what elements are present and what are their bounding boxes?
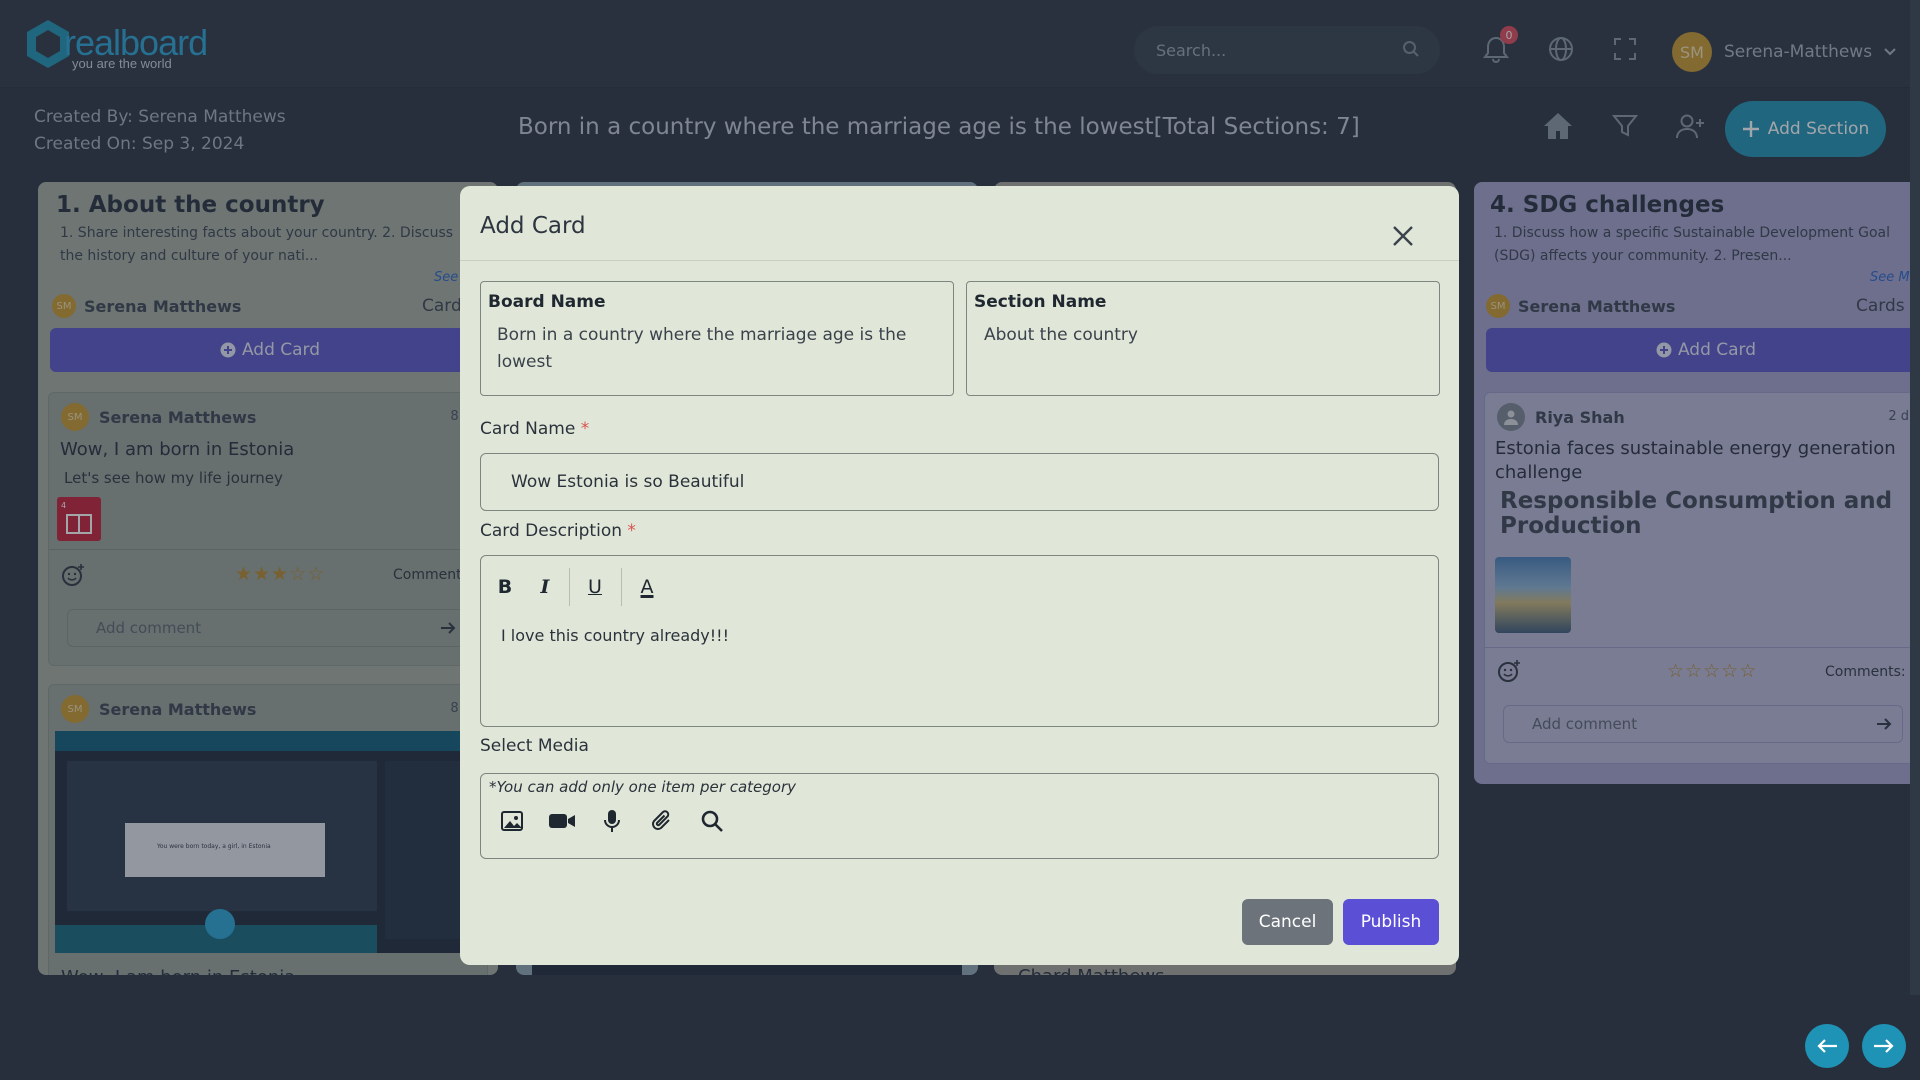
- video-icon[interactable]: [547, 806, 577, 836]
- board-name-box: Board Name Born in a country where the m…: [480, 281, 954, 396]
- required-mark: *: [627, 521, 636, 541]
- underline-button[interactable]: U: [577, 570, 613, 604]
- toolbar-divider: [569, 568, 570, 606]
- board-name-value: Born in a country where the marriage age…: [497, 325, 907, 372]
- card-name-label: Card Name *: [480, 419, 589, 439]
- media-selector: *You can add only one item per category: [480, 773, 1439, 859]
- card-name-label-text: Card Name: [480, 419, 576, 439]
- bold-button[interactable]: B: [487, 570, 523, 604]
- section-name-box: Section Name About the country: [966, 281, 1440, 396]
- publish-button[interactable]: Publish: [1343, 899, 1439, 945]
- section-name-label: Section Name: [974, 292, 1107, 312]
- close-icon[interactable]: [1389, 222, 1417, 250]
- select-media-label: Select Media: [480, 736, 589, 756]
- microphone-icon[interactable]: [597, 806, 627, 836]
- card-description-label: Card Description *: [480, 521, 636, 541]
- required-mark: *: [580, 419, 590, 439]
- add-card-modal: Add Card Board Name Born in a country wh…: [460, 186, 1459, 965]
- section-name-value: About the country: [984, 325, 1138, 345]
- font-color-button[interactable]: A: [629, 570, 665, 604]
- next-page-button[interactable]: [1862, 1024, 1906, 1068]
- image-icon[interactable]: [497, 806, 527, 836]
- board-name-label: Board Name: [488, 292, 606, 312]
- cancel-button[interactable]: Cancel: [1242, 899, 1333, 945]
- modal-header: Add Card: [460, 186, 1459, 261]
- modal-title: Add Card: [480, 213, 586, 239]
- arrow-left-icon: [1817, 1039, 1837, 1053]
- card-name-input[interactable]: [480, 453, 1439, 511]
- search-icon[interactable]: [697, 806, 727, 836]
- card-description-editor[interactable]: B I U A I love this country already!!!: [480, 555, 1439, 727]
- arrow-right-icon: [1874, 1039, 1894, 1053]
- card-description-label-text: Card Description: [480, 521, 622, 541]
- previous-page-button[interactable]: [1805, 1024, 1849, 1068]
- italic-button[interactable]: I: [527, 570, 563, 604]
- media-note: *You can add only one item per category: [489, 778, 796, 796]
- paperclip-icon[interactable]: [647, 806, 677, 836]
- description-text[interactable]: I love this country already!!!: [501, 626, 729, 645]
- toolbar-divider: [621, 568, 622, 606]
